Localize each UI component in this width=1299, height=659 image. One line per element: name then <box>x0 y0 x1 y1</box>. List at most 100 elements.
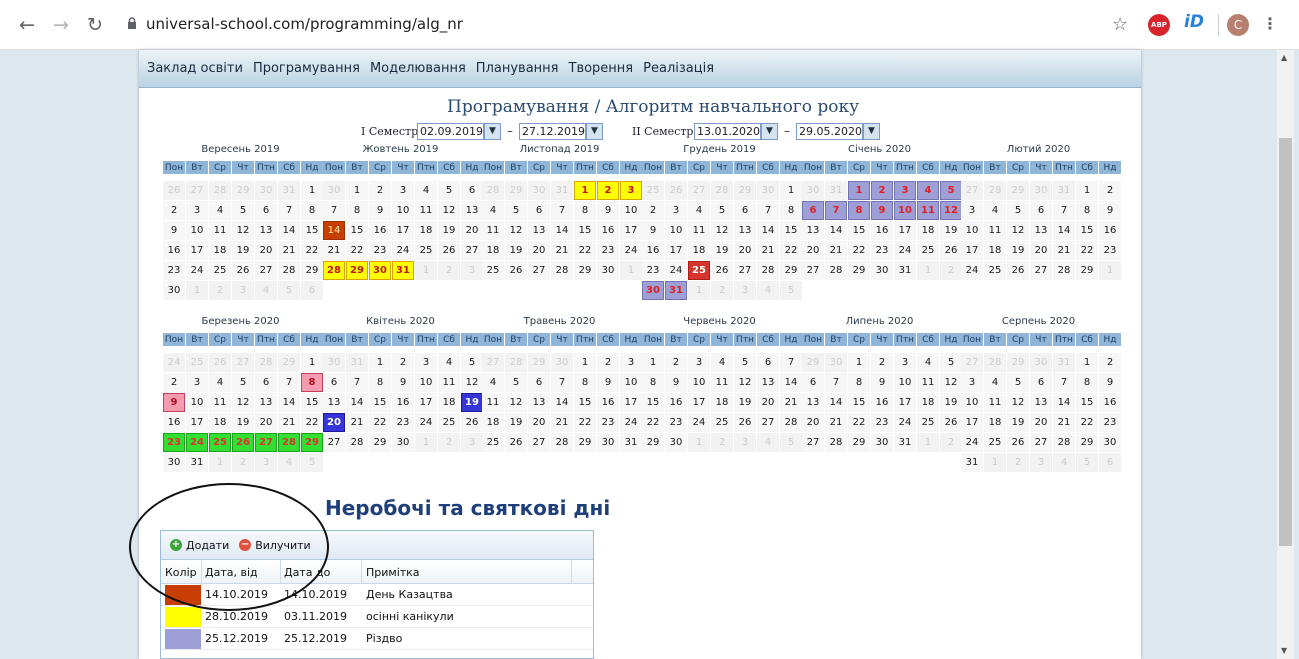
calendar-day[interactable]: 24 <box>186 433 208 452</box>
calendar-day[interactable]: 16 <box>597 393 619 412</box>
calendar-day[interactable]: 26 <box>734 413 756 432</box>
calendar-day[interactable]: 11 <box>984 221 1006 240</box>
calendar-day[interactable]: 15 <box>642 393 664 412</box>
calendar-day[interactable]: 16 <box>163 241 185 260</box>
calendar-day[interactable]: 16 <box>1099 393 1121 412</box>
calendar-day[interactable]: 18 <box>415 221 437 240</box>
calendar-day[interactable]: 17 <box>620 393 642 412</box>
calendar-day[interactable]: 10 <box>620 201 642 220</box>
calendar-day[interactable]: 15 <box>301 221 323 240</box>
calendar-day[interactable]: 22 <box>780 241 802 260</box>
calendar-day[interactable]: 9 <box>871 201 893 220</box>
calendar-day[interactable]: 21 <box>278 241 300 260</box>
calendar-day[interactable]: 11 <box>917 373 939 392</box>
calendar-day[interactable]: 18 <box>482 413 504 432</box>
calendar-day[interactable]: 19 <box>232 241 254 260</box>
calendar-day[interactable]: 26 <box>438 241 460 260</box>
chevron-down-icon[interactable]: ▼ <box>863 123 880 140</box>
calendar-day[interactable]: 12 <box>940 201 962 220</box>
calendar-day[interactable]: 22 <box>301 241 323 260</box>
calendar-day[interactable]: 26 <box>232 433 254 452</box>
calendar-day[interactable]: 31 <box>894 261 916 280</box>
calendar-day[interactable]: 13 <box>1030 393 1052 412</box>
calendar-day[interactable]: 25 <box>984 433 1006 452</box>
calendar-day[interactable]: 6 <box>734 201 756 220</box>
calendar-day[interactable]: 11 <box>209 221 231 240</box>
calendar-day[interactable]: 19 <box>461 393 483 412</box>
calendar-day[interactable]: 28 <box>346 433 368 452</box>
calendar-day[interactable]: 5 <box>940 353 962 372</box>
calendar-day[interactable]: 18 <box>917 393 939 412</box>
calendar-day[interactable]: 7 <box>278 373 300 392</box>
calendar-day[interactable]: 14 <box>780 373 802 392</box>
calendar-day[interactable]: 4 <box>438 353 460 372</box>
calendar-day[interactable]: 2 <box>642 201 664 220</box>
calendar-day[interactable]: 13 <box>757 373 779 392</box>
calendar-day[interactable]: 12 <box>505 221 527 240</box>
calendar-day[interactable]: 8 <box>1076 373 1098 392</box>
calendar-day[interactable]: 16 <box>871 221 893 240</box>
calendar-day[interactable]: 29 <box>574 261 596 280</box>
calendar-day[interactable]: 13 <box>802 393 824 412</box>
calendar-day[interactable]: 24 <box>894 241 916 260</box>
calendar-day[interactable]: 26 <box>711 261 733 280</box>
calendar-day[interactable]: 12 <box>1007 221 1029 240</box>
calendar-day[interactable]: 25 <box>209 433 231 452</box>
calendar-day[interactable]: 12 <box>232 393 254 412</box>
calendar-day[interactable]: 17 <box>186 413 208 432</box>
calendar-day[interactable]: 7 <box>323 201 345 220</box>
calendar-day[interactable]: 2 <box>163 373 185 392</box>
calendar-day[interactable]: 30 <box>597 261 619 280</box>
calendar-day[interactable]: 17 <box>186 241 208 260</box>
calendar-day[interactable]: 10 <box>392 201 414 220</box>
calendar-day[interactable]: 17 <box>961 241 983 260</box>
calendar-day[interactable]: 21 <box>1053 413 1075 432</box>
calendar-day[interactable]: 12 <box>940 373 962 392</box>
calendar-day[interactable]: 16 <box>1099 221 1121 240</box>
calendar-day[interactable]: 9 <box>1099 373 1121 392</box>
calendar-day[interactable]: 8 <box>1076 201 1098 220</box>
calendar-day[interactable]: 23 <box>163 433 185 452</box>
calendar-day[interactable]: 30 <box>1099 433 1121 452</box>
calendar-day[interactable]: 11 <box>688 221 710 240</box>
calendar-day[interactable]: 3 <box>961 201 983 220</box>
chevron-down-icon[interactable]: ▼ <box>761 123 778 140</box>
calendar-day[interactable]: 30 <box>163 281 185 300</box>
calendar-day[interactable]: 10 <box>186 393 208 412</box>
calendar-day[interactable]: 5 <box>711 201 733 220</box>
calendar-day[interactable]: 29 <box>1076 261 1098 280</box>
calendar-day[interactable]: 5 <box>461 353 483 372</box>
calendar-day[interactable]: 8 <box>574 201 596 220</box>
calendar-day[interactable]: 23 <box>1099 241 1121 260</box>
calendar-day[interactable]: 6 <box>757 353 779 372</box>
calendar-day[interactable]: 23 <box>392 413 414 432</box>
calendar-day[interactable]: 4 <box>482 373 504 392</box>
calendar-day[interactable]: 19 <box>1007 241 1029 260</box>
calendar-day[interactable]: 27 <box>255 433 277 452</box>
calendar-day[interactable]: 16 <box>392 393 414 412</box>
calendar-day[interactable]: 19 <box>438 221 460 240</box>
calendar-day[interactable]: 20 <box>802 241 824 260</box>
calendar-day[interactable]: 20 <box>1030 413 1052 432</box>
calendar-day[interactable]: 10 <box>415 373 437 392</box>
calendar-day[interactable]: 8 <box>642 373 664 392</box>
calendar-day[interactable]: 13 <box>1030 221 1052 240</box>
calendar-day[interactable]: 14 <box>825 393 847 412</box>
calendar-day[interactable]: 23 <box>597 241 619 260</box>
calendar-day[interactable]: 19 <box>232 413 254 432</box>
calendar-day[interactable]: 26 <box>505 261 527 280</box>
menu-item-programming[interactable]: Програмування <box>253 61 360 76</box>
calendar-day[interactable]: 15 <box>1076 393 1098 412</box>
calendar-day[interactable]: 17 <box>688 393 710 412</box>
calendar-day[interactable]: 19 <box>1007 413 1029 432</box>
calendar-day[interactable]: 20 <box>528 413 550 432</box>
calendar-day[interactable]: 29 <box>780 261 802 280</box>
calendar-day[interactable]: 14 <box>825 221 847 240</box>
calendar-day[interactable]: 11 <box>917 201 939 220</box>
calendar-day[interactable]: 31 <box>186 453 208 472</box>
calendar-day[interactable]: 24 <box>620 413 642 432</box>
calendar-day[interactable]: 20 <box>528 241 550 260</box>
calendar-day[interactable]: 16 <box>163 413 185 432</box>
calendar-day[interactable]: 25 <box>415 241 437 260</box>
calendar-day[interactable]: 29 <box>848 261 870 280</box>
